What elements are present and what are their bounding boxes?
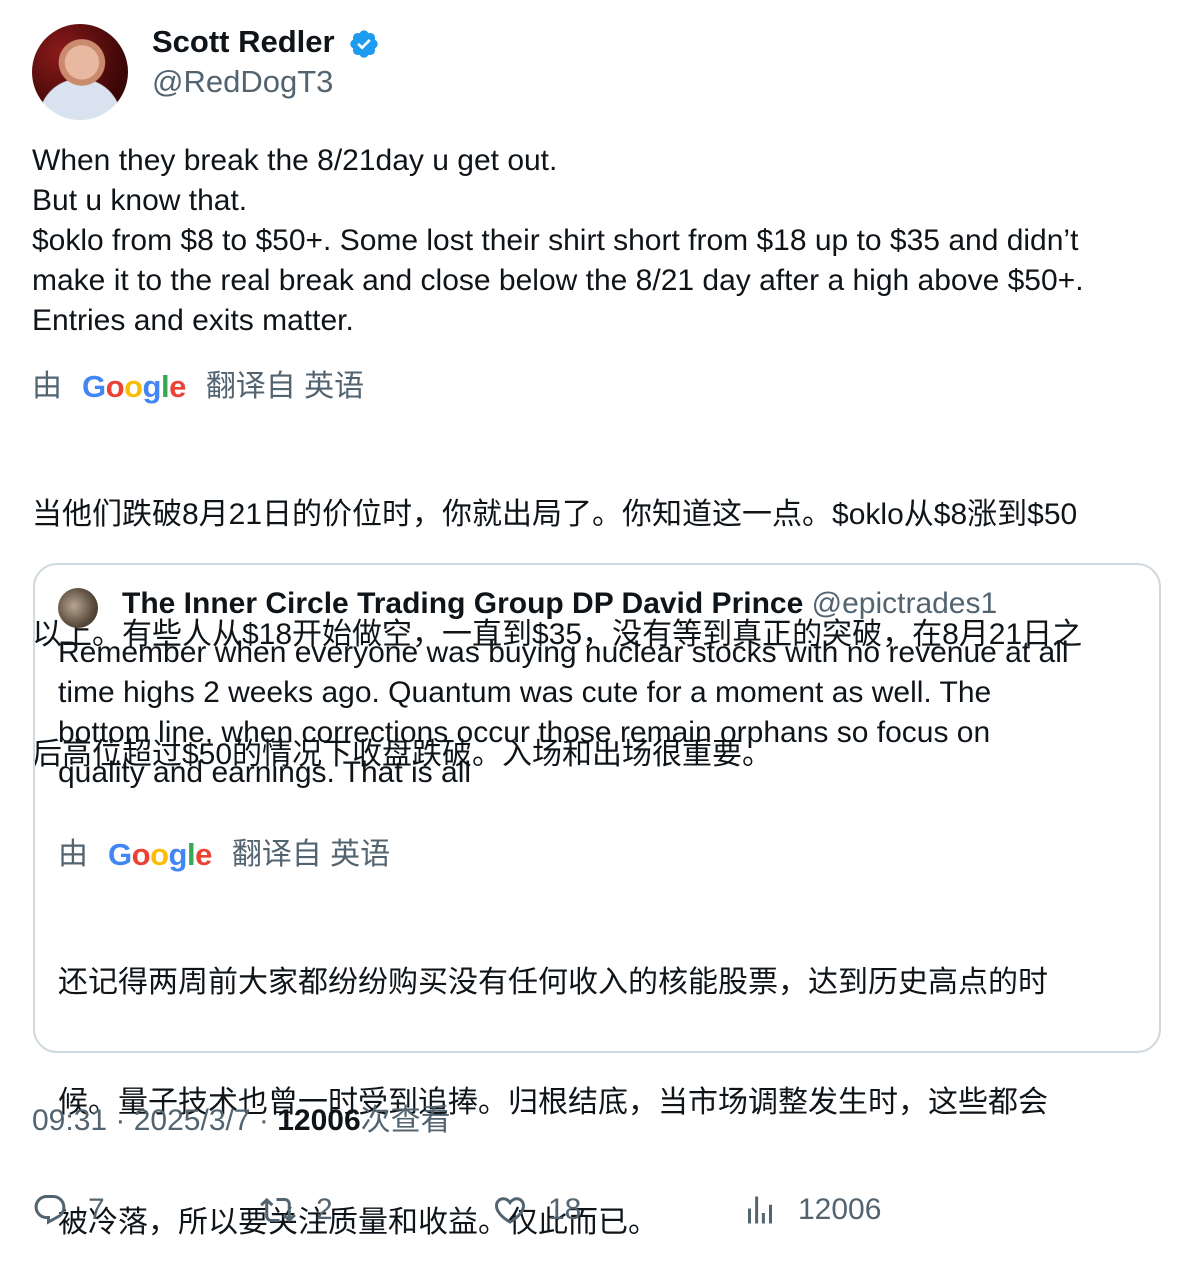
verified-badge-icon xyxy=(350,30,378,58)
translated-by-label: 由 xyxy=(58,838,88,871)
tweet-line: Entries and exits matter. xyxy=(32,304,354,337)
tweet-text: When they break the 8/21day u get out. B… xyxy=(32,141,1172,341)
separator: · xyxy=(107,1104,134,1137)
translated-from-label: 翻译自 英语 xyxy=(231,838,391,871)
tweet-time[interactable]: 09:31 xyxy=(32,1104,107,1137)
views-label: 次查看 xyxy=(360,1104,451,1137)
tweet-line: make it to the real break and close belo… xyxy=(32,264,1084,297)
like-count: 18 xyxy=(548,1193,582,1226)
quoted-author: The Inner Circle Trading Group DP David … xyxy=(122,584,997,624)
translation-line: 当他们跌破8月21日的价位时，你就出局了。你知道这一点。$oklo从$8涨到$5… xyxy=(32,498,1078,531)
tweet-line: $oklo from $8 to $50+. Some lost their s… xyxy=(32,224,1079,257)
tweet-line: But u know that. xyxy=(32,184,248,217)
translated-from-label: 翻译自 英语 xyxy=(205,370,365,403)
quoted-line: bottom line, when corrections occur thos… xyxy=(58,716,991,749)
google-logo: Google xyxy=(108,837,212,872)
views-button[interactable]: 12006 xyxy=(742,1188,881,1232)
quoted-author-avatar xyxy=(58,588,98,628)
quoted-line: time highs 2 weeks ago. Quantum was cute… xyxy=(58,676,992,709)
author-name[interactable]: Scott Redler xyxy=(152,24,335,60)
quoted-translation-attribution[interactable]: 由 Google 翻译自 英语 xyxy=(58,835,390,875)
like-button[interactable]: 18 xyxy=(492,1188,581,1232)
quoted-line: quality and earnings. That is all xyxy=(58,756,472,789)
retweet-count: 2 xyxy=(316,1193,333,1226)
separator: · xyxy=(250,1104,278,1137)
quoted-line: Remember when everyone was buying nuclea… xyxy=(58,636,1069,669)
tweet-line: When they break the 8/21day u get out. xyxy=(32,144,558,177)
views-stat: 12006 xyxy=(798,1193,882,1226)
author-avatar[interactable] xyxy=(32,24,128,120)
retweet-icon xyxy=(260,1197,296,1223)
reply-count: 7 xyxy=(88,1193,105,1226)
quoted-author-name: The Inner Circle Trading Group DP David … xyxy=(122,587,804,620)
tweet-meta: 09:31 · 2025/3/7 · 12006次查看 xyxy=(32,1101,451,1141)
google-logo: Google xyxy=(82,369,186,404)
quoted-author-handle: @epictrades1 xyxy=(811,587,998,620)
reply-button[interactable]: 7 xyxy=(32,1188,105,1232)
translated-by-label: 由 xyxy=(32,370,62,403)
translation-attribution[interactable]: 由 Google 翻译自 英语 xyxy=(32,367,364,407)
heart-icon xyxy=(494,1197,526,1224)
tweet-date[interactable]: 2025/3/7 xyxy=(134,1104,251,1137)
author-handle[interactable]: @RedDogT3 xyxy=(152,64,333,100)
analytics-icon xyxy=(748,1196,772,1224)
views-count: 12006 xyxy=(277,1104,361,1137)
translation-line: 还记得两周前大家都纷纷购买没有任何收入的核能股票，达到历史高点的时 xyxy=(58,966,1048,999)
quoted-tweet-text: Remember when everyone was buying nuclea… xyxy=(58,633,1069,793)
retweet-button[interactable]: 2 xyxy=(260,1188,333,1232)
reply-icon xyxy=(34,1195,66,1225)
